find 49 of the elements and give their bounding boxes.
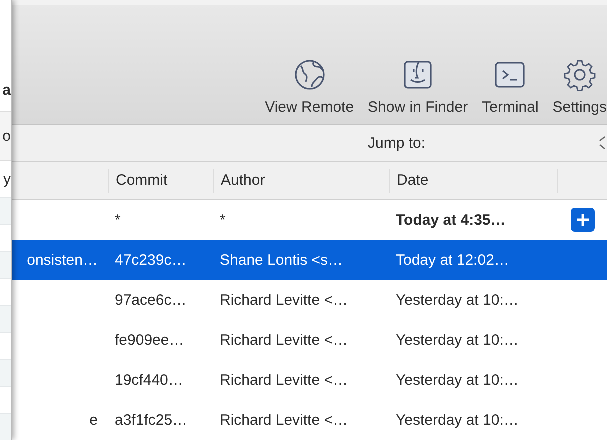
list-row[interactable] (0, 305, 11, 332)
table-cell: Today at 4:35… (396, 212, 506, 228)
table-cell: 97ace6c… (115, 292, 187, 308)
table-cell: * (220, 212, 226, 228)
table-cell: 47c239c… (115, 252, 187, 268)
table-cell: Yesterday at 10:… (396, 332, 519, 348)
table-cell: Yesterday at 10:… (396, 372, 519, 388)
list-row[interactable] (0, 413, 11, 440)
table-cell: Shane Lontis <s… (220, 252, 343, 268)
table-row[interactable]: 97ace6c… Richard Levitte <… Yesterday at 10:… (12, 280, 607, 320)
table-cell: y (4, 170, 11, 188)
table-cell: Yesterday at 10:… (396, 292, 519, 308)
jump-label: Jump to: (368, 134, 426, 152)
toolbar-button[interactable]: Show in Finder (368, 59, 468, 116)
plus-icon (576, 213, 590, 227)
table-row[interactable]: e a3f1fc25… Richard Levitte <… Yesterday at 10:… (12, 400, 607, 440)
table-cell: a3f1fc25… (115, 412, 188, 428)
column-header[interactable]: Author (213, 168, 389, 192)
toolbar-button[interactable]: View Remote (265, 59, 354, 116)
table-row[interactable]: fe909ee… Richard Levitte <… Yesterday at 10:… (12, 320, 607, 360)
list-row[interactable] (0, 359, 11, 386)
stepper-icon[interactable] (599, 135, 607, 151)
toolbar-button[interactable]: Terminal (482, 59, 539, 116)
terminal-icon (494, 59, 526, 91)
table-cell: e (90, 412, 98, 428)
table-cell: Richard Levitte <… (220, 292, 348, 308)
table-row[interactable]: 19cf440… Richard Levitte <… Yesterday at 10:… (12, 360, 607, 400)
table-cell: * (115, 212, 121, 228)
list-row[interactable] (0, 197, 11, 224)
table-row[interactable]: * * Today at 4:35… (12, 200, 607, 240)
add-button[interactable] (570, 208, 594, 232)
table-cell: 19cf440… (115, 372, 184, 388)
table-cell: Yesterday at 10:… (396, 412, 519, 428)
table-row[interactable]: onsisten… 47c239c… Shane Lontis <s… Today at 12:02… (12, 240, 607, 280)
table-cell: Richard Levitte <… (220, 412, 348, 428)
settings-icon (564, 59, 596, 91)
toolbar-button[interactable]: Settings (552, 59, 607, 116)
table-cell: Richard Levitte <… (220, 332, 348, 348)
finder-icon (402, 59, 434, 91)
table-cell: fe909ee… (115, 332, 184, 348)
window-title: a (2, 82, 11, 99)
list-row[interactable] (0, 251, 11, 278)
table-cell: Today at 12:02… (396, 252, 510, 268)
globe-icon (294, 59, 326, 91)
column-header: o (2, 128, 11, 144)
column-header[interactable]: Commit (108, 168, 213, 192)
table-cell: Richard Levitte <… (220, 372, 348, 388)
column-header[interactable]: Date (389, 168, 557, 192)
table-cell: onsisten… (27, 252, 98, 268)
